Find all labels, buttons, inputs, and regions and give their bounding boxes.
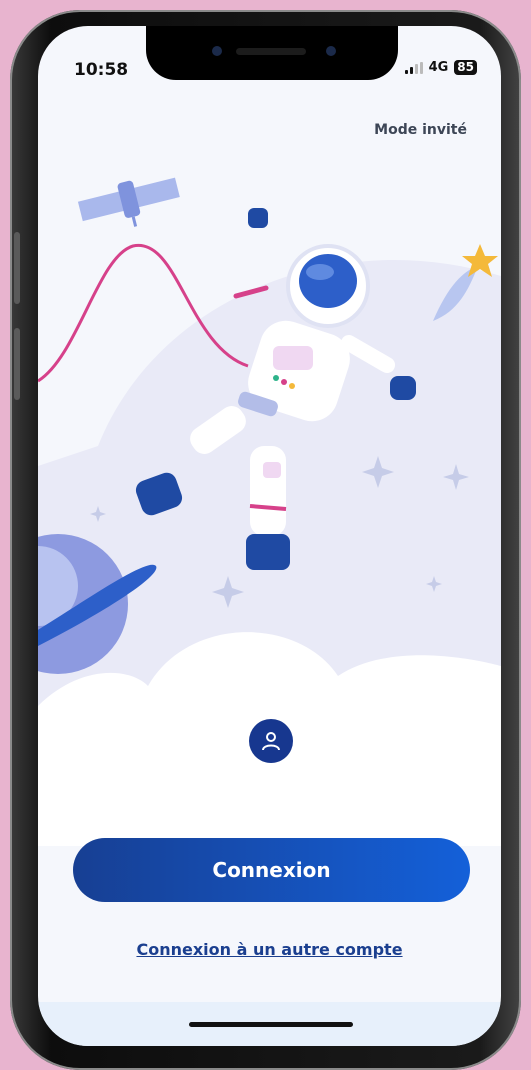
volume-up-button: [14, 232, 20, 304]
network-label: 4G: [428, 60, 449, 75]
home-indicator[interactable]: [189, 1022, 353, 1027]
speaker-grille: [236, 48, 306, 55]
battery-icon: 85: [454, 60, 477, 75]
satellite-icon: [77, 177, 180, 227]
status-time: 10:58: [74, 60, 129, 80]
volume-down-button: [14, 328, 20, 400]
other-account-link[interactable]: Connexion à un autre compte: [38, 940, 501, 959]
user-avatar-icon: [249, 719, 293, 763]
status-indicators: 4G 85: [404, 60, 477, 75]
app-screen: 10:58 4G 85 Mode invité Connexion Connex…: [38, 26, 501, 1046]
sensor-icon: [326, 46, 336, 56]
login-button[interactable]: Connexion: [73, 838, 470, 902]
camera-icon: [212, 46, 222, 56]
guest-mode-button[interactable]: Mode invité: [374, 122, 467, 138]
notch: [146, 26, 398, 80]
signal-icon: [404, 61, 423, 74]
